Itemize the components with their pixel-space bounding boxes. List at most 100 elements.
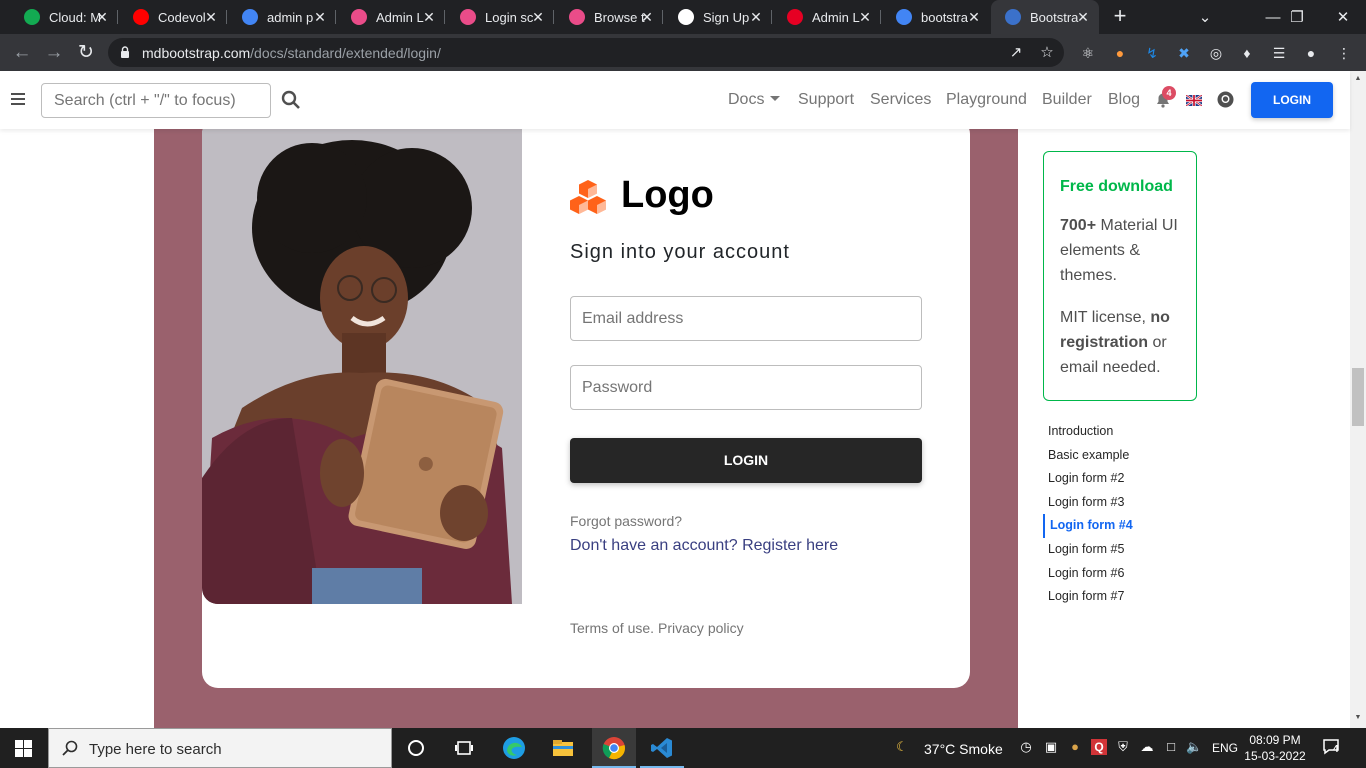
free-download-box[interactable]: Free download 700+ Material UI elements … <box>1043 151 1197 401</box>
terms-of-use-link[interactable]: Terms of use. <box>570 620 654 636</box>
register-link[interactable]: Don't have an account? Register here <box>570 537 838 555</box>
forgot-password-link[interactable]: Forgot password? <box>570 513 682 529</box>
scroll-down-icon[interactable]: ▼ <box>1353 714 1363 724</box>
extension-fire-icon[interactable]: ● <box>1110 43 1130 63</box>
close-tab-icon[interactable]: ✕ <box>748 9 764 25</box>
browser-tab[interactable]: admin p ✕ <box>228 0 336 34</box>
address-bar[interactable]: mdbootstrap.com/docs/standard/extended/l… <box>108 38 1064 67</box>
login-submit-button[interactable]: LOGIN <box>570 438 922 483</box>
profile-avatar-icon[interactable]: ● <box>1301 43 1321 63</box>
notifications-icon <box>1323 739 1339 755</box>
extension-bolt-icon[interactable]: ↯ <box>1142 43 1162 63</box>
toc-link[interactable]: Login form #5 <box>1043 538 1213 562</box>
lock-icon <box>121 46 129 58</box>
close-tab-icon[interactable]: ✕ <box>966 9 982 25</box>
nav-builder-link[interactable]: Builder <box>1042 91 1092 109</box>
action-center-button[interactable]: 4 <box>1322 738 1342 756</box>
network-icon[interactable]: □ <box>1163 739 1179 755</box>
forward-icon[interactable]: → <box>40 39 68 67</box>
windows-start-icon[interactable] <box>15 740 32 757</box>
back-icon[interactable]: ← <box>8 39 36 67</box>
extensions-puzzle-icon[interactable]: ♦ <box>1237 43 1257 63</box>
dribbble-icon <box>569 9 585 25</box>
search-icon[interactable] <box>281 90 301 110</box>
login-photo <box>202 118 522 604</box>
uk-flag-icon[interactable] <box>1186 95 1202 106</box>
shield-icon[interactable]: ⛨ <box>1115 739 1131 755</box>
nav-playground-link[interactable]: Playground <box>946 91 1027 109</box>
browser-tab[interactable]: bootstra ✕ <box>882 0 990 34</box>
toc-link[interactable]: Login form #7 <box>1043 585 1213 609</box>
edge-browser-icon[interactable] <box>502 736 526 760</box>
browser-tab[interactable]: Sign Up ✕ <box>664 0 772 34</box>
browser-tab[interactable]: Login sc ✕ <box>446 0 554 34</box>
free-download-title[interactable]: Free download <box>1060 174 1180 199</box>
close-tab-icon[interactable]: ✕ <box>421 9 437 25</box>
close-tab-icon[interactable]: ✕ <box>1075 9 1091 25</box>
onedrive-icon[interactable]: ☁ <box>1139 739 1155 755</box>
toc-link[interactable]: Introduction <box>1043 420 1213 444</box>
browser-tab[interactable]: Bootstra ✕ <box>991 0 1099 34</box>
toc-link[interactable]: Login form #6 <box>1043 562 1213 586</box>
weather-moon-icon[interactable]: ☾ <box>894 739 910 755</box>
language-indicator[interactable]: ENG <box>1212 741 1238 755</box>
browser-tab[interactable]: Cloud: M ✕ <box>10 0 118 34</box>
browser-tab[interactable]: Codevol ✕ <box>119 0 227 34</box>
volume-muted-icon[interactable]: 🔈 <box>1186 739 1202 755</box>
toc-link[interactable]: Basic example <box>1043 444 1213 468</box>
bookmark-star-icon[interactable]: ☆ <box>1037 43 1057 63</box>
vscode-taskbar-item[interactable] <box>640 728 684 768</box>
close-tab-icon[interactable]: ✕ <box>639 9 655 25</box>
close-tab-icon[interactable]: ✕ <box>857 9 873 25</box>
react-devtools-icon[interactable]: ⚛ <box>1078 43 1098 63</box>
browser-tab[interactable]: Browse t ✕ <box>555 0 663 34</box>
github-icon[interactable] <box>1217 91 1234 108</box>
nav-blog-link[interactable]: Blog <box>1108 91 1140 109</box>
quick-heal-icon[interactable]: Q <box>1091 739 1107 755</box>
taskbar-clock[interactable]: 08:09 PM 15-03-2022 <box>1243 732 1307 764</box>
scroll-up-icon[interactable]: ▲ <box>1353 75 1363 85</box>
browser-tab[interactable]: Admin L ✕ <box>337 0 445 34</box>
close-tab-icon[interactable]: ✕ <box>530 9 546 25</box>
docs-search-input[interactable] <box>41 83 271 118</box>
promo-count: 700+ <box>1060 217 1097 234</box>
privacy-policy-link[interactable]: Privacy policy <box>658 620 744 636</box>
meet-now-icon[interactable]: ▣ <box>1043 739 1059 755</box>
extension-target-icon[interactable]: ◎ <box>1206 43 1226 63</box>
browser-tab[interactable]: Admin L ✕ <box>773 0 881 34</box>
extension-cross-icon[interactable]: ✖ <box>1174 43 1194 63</box>
nav-docs-dropdown[interactable]: Docs <box>728 91 781 109</box>
weather-text[interactable]: 37°C Smoke <box>924 741 1003 757</box>
tray-app-icon[interactable]: ● <box>1067 739 1083 755</box>
site-login-button[interactable]: LOGIN <box>1251 82 1333 118</box>
mongodb-leaf-icon <box>24 9 40 25</box>
reload-icon[interactable]: ↻ <box>72 39 100 67</box>
chrome-taskbar-item[interactable] <box>592 728 636 768</box>
browser-menu-icon[interactable]: ⋮ <box>1334 43 1354 63</box>
notification-badge: 4 <box>1162 86 1176 100</box>
close-tab-icon[interactable]: ✕ <box>312 9 328 25</box>
toc-link[interactable]: Login form #4 <box>1043 514 1213 538</box>
nav-services-link[interactable]: Services <box>870 91 931 109</box>
file-explorer-icon[interactable] <box>551 736 575 760</box>
new-tab-button[interactable]: + <box>1108 5 1132 29</box>
close-tab-icon[interactable]: ✕ <box>203 9 219 25</box>
hamburger-menu-icon[interactable] <box>11 93 25 105</box>
toc-link[interactable]: Login form #3 <box>1043 491 1213 515</box>
vscode-icon <box>651 738 672 758</box>
password-field[interactable] <box>570 365 922 410</box>
task-view-icon[interactable] <box>452 736 476 760</box>
cortana-icon[interactable] <box>404 736 428 760</box>
close-window-button[interactable]: ✕ <box>1320 0 1366 34</box>
taskbar-search-box[interactable]: Type here to search <box>48 728 392 768</box>
share-icon[interactable]: ↗ <box>1006 43 1026 63</box>
restore-button[interactable]: ❐ <box>1274 0 1320 34</box>
tab-search-button[interactable]: ⌄ <box>1182 0 1228 34</box>
clock-app-icon[interactable]: ◷ <box>1018 739 1034 755</box>
toc-link[interactable]: Login form #2 <box>1043 467 1213 491</box>
nav-support-link[interactable]: Support <box>798 91 854 109</box>
scrollbar-thumb[interactable] <box>1352 368 1364 426</box>
email-field[interactable] <box>570 296 922 341</box>
reading-list-icon[interactable]: ☰ <box>1269 43 1289 63</box>
close-tab-icon[interactable]: ✕ <box>94 9 110 25</box>
